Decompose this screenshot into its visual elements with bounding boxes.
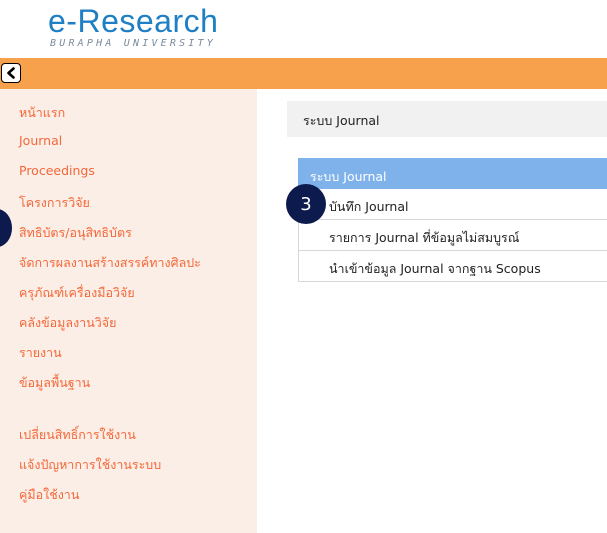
- list-item-import-scopus[interactable]: นำเข้าข้อมูล Journal จากฐาน Scopus: [298, 251, 607, 282]
- sidebar-toggle-button[interactable]: [1, 63, 21, 83]
- page-header: ระบบ Journal: [287, 101, 607, 137]
- sidebar-item-creative-works[interactable]: จัดการผลงานสร้างสรรค์ทางศิลปะ: [19, 253, 201, 273]
- sidebar: หน้าแรก Journal Proceedings โครงการวิจัย…: [0, 89, 257, 533]
- sidebar-item-research-projects[interactable]: โครงการวิจัย: [19, 193, 90, 213]
- logo: e-Research BURAPHA UNIVERSITY: [48, 4, 218, 50]
- sidebar-item-user-manual[interactable]: คู่มือใช้งาน: [19, 485, 79, 505]
- sidebar-item-proceedings[interactable]: Proceedings: [19, 163, 95, 178]
- logo-subtitle: BURAPHA UNIVERSITY: [50, 38, 216, 49]
- page-title: ระบบ Journal: [303, 113, 380, 128]
- step-marker-left: [0, 209, 12, 247]
- sidebar-item-basic-data[interactable]: ข้อมูลพื้นฐาน: [19, 373, 90, 393]
- logo-title: e-Research: [48, 3, 219, 39]
- journal-menu-list: ระบบ Journal บันทึก Journal รายการ Journ…: [298, 158, 607, 282]
- sidebar-item-research-equipment[interactable]: ครุภัณฑ์เครื่องมือวิจัย: [19, 283, 135, 303]
- top-bar: [0, 58, 607, 89]
- list-title: ระบบ Journal: [298, 158, 607, 189]
- chevron-left-icon: [7, 67, 15, 79]
- sidebar-item-reports[interactable]: รายงาน: [19, 343, 62, 363]
- list-item-incomplete-journals[interactable]: รายการ Journal ที่ข้อมูลไม่สมบูรณ์: [298, 220, 607, 251]
- sidebar-item-report-issue[interactable]: แจ้งปัญหาการใช้งานระบบ: [19, 455, 161, 475]
- step-marker: 3: [286, 184, 326, 224]
- sidebar-item-patents[interactable]: สิทธิบัตร/อนุสิทธิบัตร: [19, 223, 132, 243]
- list-item-record-journal[interactable]: บันทึก Journal: [298, 189, 607, 220]
- sidebar-item-change-role[interactable]: เปลี่ยนสิทธิ์การใช้งาน: [19, 425, 136, 445]
- sidebar-item-home[interactable]: หน้าแรก: [19, 103, 65, 123]
- sidebar-item-journal[interactable]: Journal: [19, 133, 62, 148]
- sidebar-item-research-repository[interactable]: คลังข้อมูลงานวิจัย: [19, 313, 116, 333]
